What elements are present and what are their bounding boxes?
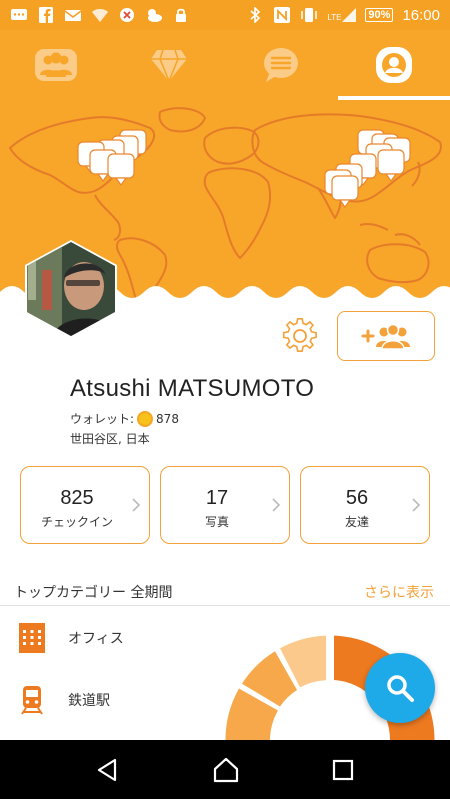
diamond-icon (150, 49, 187, 83)
chevron-right-icon (272, 498, 281, 512)
nfc-icon (274, 7, 291, 23)
tab-messages[interactable] (225, 30, 338, 100)
category-label: オフィス (68, 631, 124, 647)
recents-icon[interactable] (331, 758, 355, 782)
profile-name: Atsushi MATSUMOTO (70, 375, 315, 402)
signal-icon: LTE (327, 8, 357, 22)
people-icon (35, 49, 78, 81)
profile-icon (375, 47, 412, 83)
map-marker-cluster-americas (77, 129, 147, 187)
show-more-link[interactable]: さらに表示 (364, 582, 434, 602)
top-categories-heading: トップカテゴリー 全期間 (14, 585, 173, 601)
battery-indicator: 90% (365, 8, 394, 22)
stat-label: チェックイン (40, 515, 113, 529)
map-marker-cluster-asia (324, 129, 411, 209)
weather-icon (148, 9, 162, 22)
wifi-icon (92, 9, 108, 22)
mail-icon (64, 10, 82, 21)
stat-value: 56 (345, 487, 369, 509)
chevron-right-icon (412, 498, 421, 512)
office-building-icon (19, 623, 45, 653)
vibrate-icon (301, 8, 318, 22)
clock: 16:00 (402, 6, 440, 24)
wallet-label: ウォレット: (70, 412, 135, 426)
notification-icons (10, 7, 190, 23)
wallet-row: ウォレット: 878 (70, 410, 179, 427)
add-friend-icon (361, 323, 410, 350)
home-icon[interactable] (212, 756, 240, 784)
stat-label: 友達 (344, 515, 369, 529)
facebook-icon (39, 7, 53, 23)
message-notification-icon (11, 9, 27, 20)
chat-icon (264, 48, 299, 82)
category-label: 鉄道駅 (68, 693, 110, 709)
stat-photos[interactable]: 17 写真 (160, 466, 290, 544)
add-friend-button[interactable] (337, 311, 435, 361)
category-item-office[interactable]: オフィス (0, 613, 230, 663)
stat-value: 825 (60, 487, 94, 509)
divider (0, 605, 450, 606)
tab-friends[interactable] (0, 30, 113, 100)
bluetooth-icon (250, 7, 261, 23)
status-bar: LTE 90% 16:00 (0, 0, 450, 30)
coin-icon (137, 410, 154, 427)
system-icons: LTE 90% 16:00 (246, 7, 440, 24)
chevron-right-icon (132, 498, 141, 512)
search-icon (387, 675, 414, 702)
back-icon[interactable] (95, 757, 121, 783)
avatar[interactable] (22, 240, 120, 338)
network-type: LTE (327, 13, 342, 22)
system-nav-bar (0, 740, 450, 799)
profile-location: 世田谷区, 日本 (70, 432, 150, 446)
train-icon (21, 686, 43, 715)
stat-friends[interactable]: 56 友達 (300, 466, 430, 544)
stat-checkins[interactable]: 825 チェックイン (20, 466, 150, 544)
stat-label: 写真 (204, 515, 229, 529)
wallet-value: 878 (156, 411, 179, 426)
no-signal-icon (120, 8, 134, 22)
tab-bar (0, 30, 450, 100)
tab-gems[interactable] (113, 30, 226, 100)
lock-icon (176, 8, 186, 22)
category-item-train-station[interactable]: 鉄道駅 (0, 675, 230, 725)
stat-value: 17 (205, 487, 229, 509)
tab-profile[interactable] (337, 30, 450, 100)
search-fab-button[interactable] (365, 653, 435, 723)
settings-gear-icon[interactable] (281, 317, 319, 355)
